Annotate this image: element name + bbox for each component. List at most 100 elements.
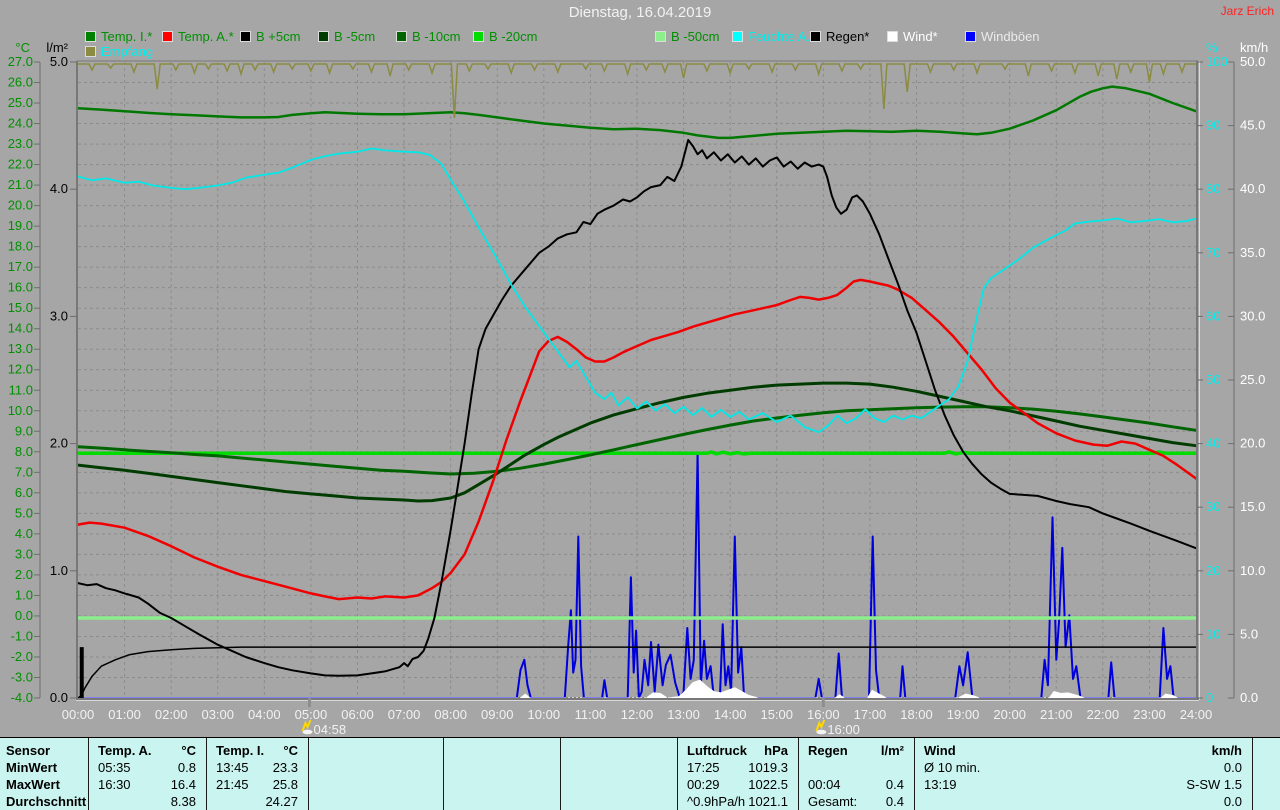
wind-tick-label: 10.0 [1240, 563, 1265, 578]
table-row-label: MaxWert [6, 777, 60, 792]
hour-label: 06:00 [341, 707, 374, 722]
hour-label: 00:00 [62, 707, 95, 722]
table-cell: 1021.1 [748, 794, 788, 809]
weather-app-window: Dienstag, 16.04.2019 Jarz Erich Temp. I.… [0, 0, 1280, 810]
temp-tick-label: 7.0 [15, 464, 33, 479]
temp-tick-label: 21.0 [8, 177, 33, 192]
temp-tick-label: 5.0 [15, 505, 33, 520]
rain-tick-label: 5.0 [50, 54, 68, 69]
hour-label: 10:00 [528, 707, 561, 722]
table-cell: 0.4 [885, 777, 904, 792]
hour-label: 05:00 [295, 707, 328, 722]
table-row-label: Durchschnitt [6, 794, 87, 809]
hour-label: 14:00 [714, 707, 747, 722]
temp-tick-label: 14.0 [8, 321, 33, 336]
table-cell: 0.8 [177, 760, 196, 775]
temp-tick-label: 8.0 [15, 444, 33, 459]
temp-tick-label: 24.0 [8, 116, 33, 131]
hour-label: 02:00 [155, 707, 188, 722]
hour-label: 18:00 [900, 707, 933, 722]
temp-tick-label: 15.0 [8, 300, 33, 315]
table-header-unit: °C [181, 743, 196, 758]
table-cell: S-SW 1.5 [1186, 777, 1242, 792]
table-header-unit: hPa [764, 743, 788, 758]
hour-label: 22:00 [1087, 707, 1120, 722]
hour-label: 23:00 [1133, 707, 1166, 722]
table-row-label: MinWert [6, 760, 58, 775]
temp-tick-label: 1.0 [15, 587, 33, 602]
humidity-tick-label: 40 [1206, 436, 1220, 451]
humidity-tick-label: 100 [1206, 54, 1228, 69]
summary-table: Sensor MinWert MaxWert Durchschnitt Temp. A.… [0, 737, 1280, 810]
hour-label: 19:00 [947, 707, 980, 722]
temp-tick-label: 27.0 [8, 54, 33, 69]
hour-label: 15:00 [760, 707, 793, 722]
wind-tick-label: 15.0 [1240, 499, 1265, 514]
hour-label: 21:00 [1040, 707, 1073, 722]
rain-axis-title: l/m² [46, 40, 68, 55]
table-cell: 8.38 [170, 794, 196, 809]
table-row-label: Sensor [6, 743, 51, 758]
temp-tick-label: 18.0 [8, 239, 33, 254]
hour-label: 16:00 [807, 707, 840, 722]
table-cell: 1022.5 [748, 777, 788, 792]
table-cell: 1019.3 [748, 760, 788, 775]
hour-label: 09:00 [481, 707, 514, 722]
temp-tick-label: 13.0 [8, 341, 33, 356]
wind-tick-label: 30.0 [1240, 308, 1265, 323]
temp-tick-label: 11.0 [9, 382, 33, 397]
rain-tick-label: 4.0 [50, 181, 68, 196]
temp-axis-title: °C [15, 40, 30, 55]
temp-tick-label: 16.0 [8, 280, 33, 295]
series-b-20cm [76, 450, 1198, 456]
wind-tick-label: 35.0 [1240, 245, 1265, 260]
table-cell: 0.0 [1223, 760, 1242, 775]
temp-tick-label: -1.0 [11, 628, 33, 643]
hour-label: 17:00 [854, 707, 887, 722]
temp-tick-label: 10.0 [8, 403, 33, 418]
humidity-tick-label: 90 [1206, 118, 1220, 133]
rain-tick-label: 1.0 [50, 563, 68, 578]
table-separator [443, 738, 444, 810]
temp-tick-label: 23.0 [8, 136, 33, 151]
hour-label: 11:00 [575, 707, 607, 722]
hour-label: 13:00 [667, 707, 700, 722]
temp-tick-label: -4.0 [11, 690, 33, 705]
table-cell: 23.3 [272, 760, 298, 775]
table-header-unit: °C [283, 743, 298, 758]
table-separator [1252, 738, 1253, 810]
hour-label: 04:00 [248, 707, 281, 722]
wind-tick-label: 20.0 [1240, 436, 1265, 451]
wind-tick-label: 0.0 [1240, 690, 1258, 705]
wind-tick-label: 5.0 [1240, 626, 1258, 641]
table-cell: 24.27 [265, 794, 298, 809]
table-header-unit: km/h [1211, 743, 1242, 758]
temp-tick-label: 26.0 [8, 75, 33, 90]
table-separator [798, 738, 799, 810]
temp-tick-label: 4.0 [15, 526, 33, 541]
humidity-tick-label: 20 [1206, 563, 1220, 578]
temp-tick-label: 12.0 [8, 362, 33, 377]
hour-label: 08:00 [434, 707, 467, 722]
plot-frame [76, 60, 1200, 701]
table-separator [560, 738, 561, 810]
temp-tick-label: 25.0 [8, 95, 33, 110]
weather-chart: -4.0 -3.0 -2.0 -1.0 0.0 1.0 2.0 3.0 4.0 5.0 6.0 7.0… [8, 40, 1268, 737]
wind-tick-label: 50.0 [1240, 54, 1265, 69]
humidity-tick-label: 0 [1206, 690, 1213, 705]
gridlines [78, 62, 1196, 698]
temp-tick-label: 0.0 [15, 608, 33, 623]
hour-label: 07:00 [388, 707, 421, 722]
humidity-axis-title: % [1206, 40, 1218, 55]
rain-tick-label: 2.0 [50, 436, 68, 451]
wind-axis-title: km/h [1240, 40, 1268, 55]
rain-tick-label: 0.0 [50, 690, 68, 705]
x-axis-labels: 00:00 01:00 02:00 03:00 04:00 05:00 06:00 07:00… [62, 707, 1213, 722]
wind-tick-label: 25.0 [1240, 372, 1265, 387]
table-cell: 0.0 [1223, 794, 1242, 809]
wind-tick-label: 40.0 [1240, 181, 1265, 196]
table-cell: 25.8 [272, 777, 298, 792]
humidity-tick-label: 10 [1206, 626, 1220, 641]
hour-label: 12:00 [621, 707, 654, 722]
sun-marker-base [302, 729, 313, 735]
